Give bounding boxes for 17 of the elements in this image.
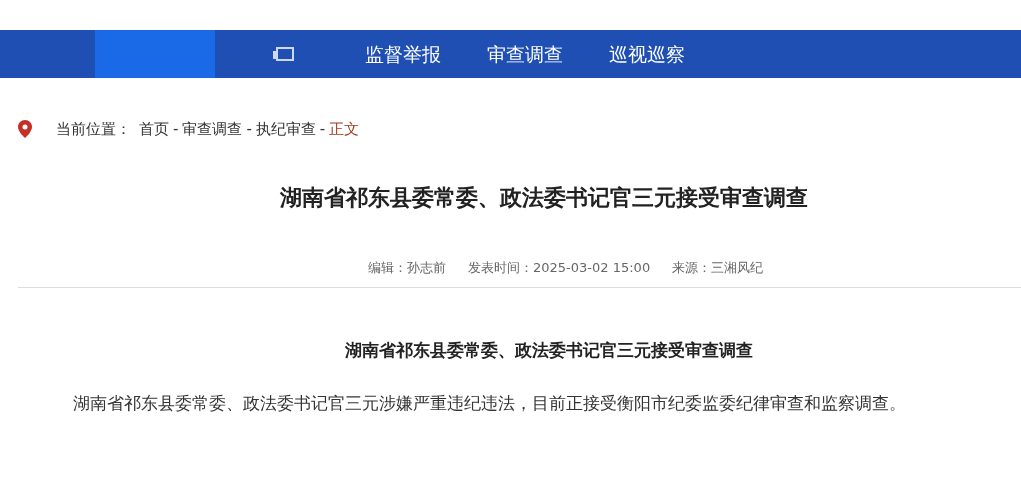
meta-text: 来源：三湘风纪 [672,258,764,277]
nav-link-item[interactable]: 审查调查 [487,39,563,69]
nav-link-item[interactable]: 监督举报 [365,39,441,69]
meta-text: 发表时间：2025-03-02 15:00 [468,258,651,277]
article-paragraph: 湖南省祁东县委常委、政法委书记官三元涉嫌严重违纪违法，目前正接受衡阳市纪委监委纪律审查和监察调查。 [73,391,907,415]
breadcrumb-separator: - [319,119,326,140]
breadcrumb-label: 当前位置： [56,119,131,140]
breadcrumb-link[interactable]: 执纪审查 [255,118,316,141]
article-subtitle: 湖南省祁东县委常委、政法委书记官三元接受审查调查 [345,339,754,362]
meta-text: 编辑：孙志前 [368,258,446,277]
breadcrumb-separator: - [246,119,252,140]
nav-link-item[interactable]: 巡视巡察 [609,39,685,69]
article-title: 湖南省祁东县委常委、政法委书记官三元接受审查调查 [280,183,809,212]
breadcrumb-link[interactable]: 首页 [139,118,169,141]
breadcrumb-link[interactable]: 审查调查 [182,118,243,141]
location-pin-icon [18,120,32,139]
breadcrumb-separator: - [173,119,179,140]
